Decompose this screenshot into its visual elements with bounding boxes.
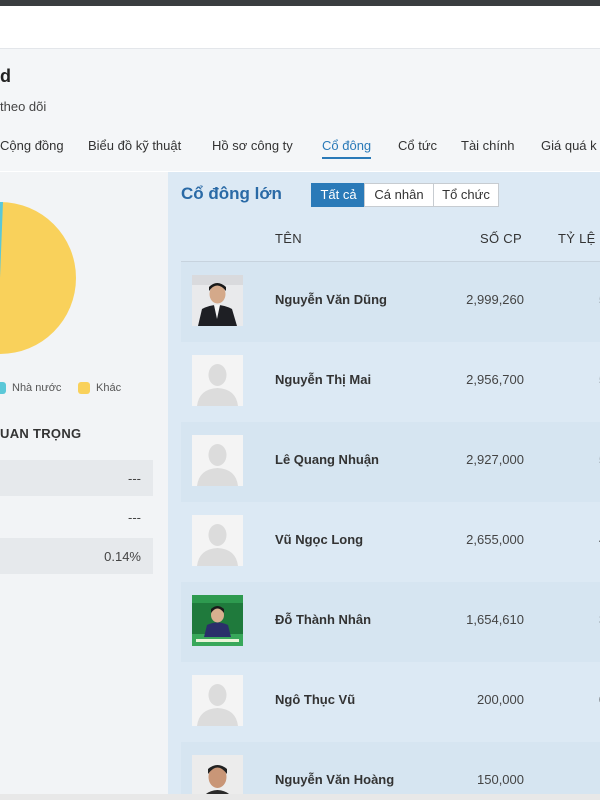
tab-gia-qua-khu[interactable]: Giá quá k [541, 138, 597, 153]
avatar [192, 595, 243, 646]
key-metrics-title: UAN TRỌNG [0, 426, 82, 441]
table-row[interactable]: Lê Quang Nhuận 2,927,000 5 [181, 422, 600, 502]
avatar [192, 275, 243, 326]
legend-swatch [78, 382, 90, 395]
metric-row: --- [0, 460, 153, 496]
person-placeholder-icon [192, 355, 243, 406]
avatar [192, 435, 243, 486]
shareholder-name: Vũ Ngọc Long [275, 532, 364, 547]
shareholder-name: Nguyễn Văn Dũng [275, 292, 387, 307]
column-header-name[interactable]: TÊN [275, 231, 302, 246]
table-row[interactable]: Vũ Ngọc Long 2,655,000 4 [181, 502, 600, 582]
person-placeholder-icon [192, 515, 243, 566]
person-placeholder-icon [192, 675, 243, 726]
person-photo-icon [192, 595, 243, 646]
metric-value: --- [128, 510, 141, 525]
tab-bar: Cộng đồng Biểu đồ kỹ thuật Hồ sơ công ty… [0, 138, 600, 162]
avatar [192, 675, 243, 726]
tab-ho-so-cong-ty[interactable]: Hồ sơ công ty [212, 138, 293, 153]
ownership-pie-chart [0, 202, 76, 354]
legend-label: Khác [96, 382, 122, 394]
shareholder-name: Nguyễn Văn Hoàng [275, 772, 395, 787]
shareholder-name: Đỗ Thành Nhân [275, 612, 372, 627]
tab-bieu-do-ky-thuat[interactable]: Biểu đồ kỹ thuật [88, 138, 181, 153]
metric-row: 0.14% [0, 538, 153, 574]
tab-co-tuc[interactable]: Cổ tức [398, 138, 437, 153]
table-row[interactable]: Ngô Thục Vũ 200,000 0 [181, 662, 600, 742]
tab-co-dong[interactable]: Cổ đông [322, 138, 372, 159]
top-bar [0, 0, 600, 6]
tab-tai-chinh[interactable]: Tài chính [461, 138, 514, 153]
legend-item-nha-nuoc: Nhà nước [0, 382, 62, 395]
filter-organization-button[interactable]: Tổ chức [433, 183, 499, 207]
shareholders-title: Cổ đông lớn [181, 184, 282, 203]
metric-value: --- [128, 471, 141, 486]
metric-value: 0.14% [104, 549, 141, 564]
legend-swatch [0, 382, 6, 395]
follow-text[interactable]: theo dõi [0, 99, 46, 114]
page-title: d [0, 66, 11, 86]
avatar [192, 755, 243, 794]
filter-all-button[interactable]: Tất cả [311, 183, 366, 207]
table-row[interactable]: Nguyễn Văn Dũng 2,999,260 5 [181, 262, 600, 342]
shareholder-shares: 2,655,000 [466, 532, 524, 547]
legend-item-khac: Khác [78, 382, 122, 395]
shareholder-name: Lê Quang Nhuận [275, 452, 379, 467]
shareholder-name: Nguyễn Thị Mai [275, 372, 372, 387]
table-row[interactable]: Nguyễn Thị Mai 2,956,700 5 [181, 342, 600, 422]
column-header-ratio[interactable]: TỶ LỆ [558, 231, 596, 246]
legend-label: Nhà nước [12, 382, 62, 394]
shareholder-shares: 150,000 [477, 772, 524, 787]
pie-slice-khac [0, 202, 76, 354]
table-row[interactable]: Nguyễn Văn Hoàng 150,000 [181, 742, 600, 794]
person-placeholder-icon [192, 435, 243, 486]
shareholder-shares: 2,956,700 [466, 372, 524, 387]
column-header-shares[interactable]: SỐ CP [480, 231, 522, 246]
shareholder-shares: 200,000 [477, 692, 524, 707]
table-row[interactable]: Đỗ Thành Nhân 1,654,610 3 [181, 582, 600, 662]
avatar [192, 355, 243, 406]
shareholder-shares: 1,654,610 [466, 612, 524, 627]
shareholder-name: Ngô Thục Vũ [275, 692, 356, 707]
metric-row: --- [0, 499, 153, 535]
filter-individual-button[interactable]: Cá nhân [364, 183, 434, 207]
shareholder-shares: 2,999,260 [466, 292, 524, 307]
avatar [192, 515, 243, 566]
person-photo-icon [192, 275, 243, 326]
shareholder-shares: 2,927,000 [466, 452, 524, 467]
tab-cong-dong[interactable]: Cộng đồng [0, 138, 64, 153]
person-photo-icon [192, 755, 243, 794]
horizontal-scrollbar[interactable] [0, 794, 600, 800]
